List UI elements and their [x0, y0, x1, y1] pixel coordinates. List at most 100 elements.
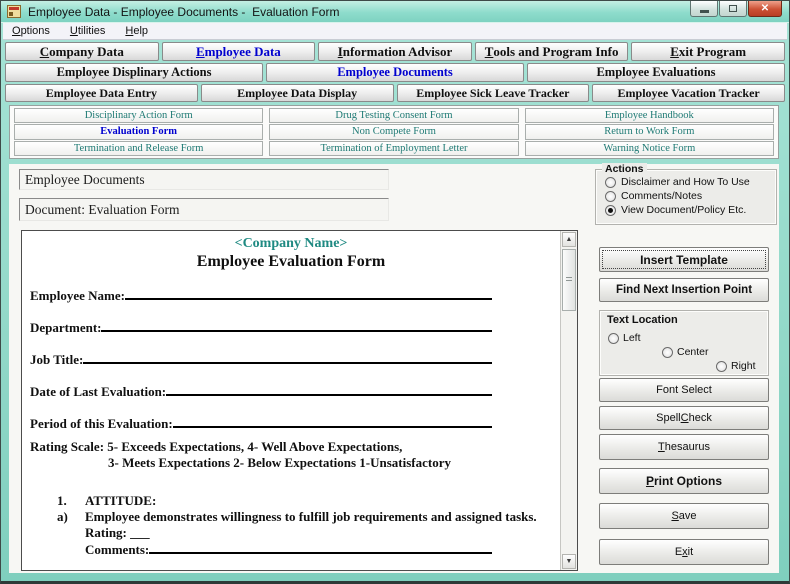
scrollbar-up-button[interactable]: ▲	[562, 232, 576, 247]
main-panel: Employee Documents Document: Evaluation …	[9, 164, 779, 573]
item-a-comments-row: Comments:	[85, 541, 492, 557]
tab-employee-data-display[interactable]: Employee Data Display	[201, 84, 394, 102]
vertical-scrollbar[interactable]: ▲ ▼	[560, 231, 577, 570]
tab-employee-data[interactable]: Employee Data	[162, 42, 316, 61]
nav-row-data-trackers: Employee Data Entry Employee Data Displa…	[5, 84, 785, 102]
fill-line	[173, 415, 492, 428]
radio-center-icon[interactable]	[662, 347, 673, 358]
exit-button[interactable]: Exit	[599, 539, 769, 565]
radio-view-document-label: View Document/Policy Etc.	[621, 204, 746, 216]
window-title: Employee Data - Employee Documents - Eva…	[28, 5, 339, 19]
section-number: 1.	[57, 493, 85, 509]
document-field-employee-name: Employee Name:	[30, 287, 492, 303]
comments-label: Comments:	[85, 542, 149, 558]
document-field-period-of-this-evaluation: Period of this Evaluation:	[30, 415, 492, 431]
doc-button-non-compete-form[interactable]: Non Compete Form	[269, 124, 518, 139]
close-button[interactable]: ✕	[748, 1, 782, 17]
actions-groupbox: Actions Disclaimer and How To Use Commen…	[595, 169, 777, 225]
app-window: Employee Data - Employee Documents - Eva…	[0, 0, 790, 584]
item-text: Employee demonstrates willingness to ful…	[85, 509, 537, 525]
section-heading-attitude: 1. ATTITUDE:	[57, 493, 552, 509]
field-label: Employee Name:	[30, 288, 125, 304]
tab-employee-documents[interactable]: Employee Documents	[266, 63, 524, 82]
text-location-left-option[interactable]: Left	[608, 332, 641, 344]
doc-button-disciplinary-action-form[interactable]: Disciplinary Action Form	[14, 108, 263, 123]
action-option-disclaimer[interactable]: Disclaimer and How To Use	[605, 176, 776, 188]
text-location-title: Text Location	[607, 314, 678, 326]
maximize-button[interactable]	[719, 1, 747, 17]
tab-employee-sick-leave-tracker[interactable]: Employee Sick Leave Tracker	[397, 84, 590, 102]
minimize-icon	[700, 10, 709, 13]
scroll-down-icon: ▼	[566, 558, 573, 565]
doc-button-return-to-work-form[interactable]: Return to Work Form	[525, 124, 774, 139]
fill-line	[101, 319, 492, 332]
fill-line	[149, 541, 492, 554]
section-label-field: Employee Documents	[19, 169, 389, 190]
tab-employee-data-entry[interactable]: Employee Data Entry	[5, 84, 198, 102]
document-field-date-of-last-evaluation: Date of Last Evaluation:	[30, 383, 492, 399]
document-label-field: Document: Evaluation Form	[19, 198, 389, 221]
minimize-button[interactable]	[690, 1, 718, 17]
doc-button-drug-testing-consent-form[interactable]: Drug Testing Consent Form	[269, 108, 518, 123]
doc-button-employee-handbook[interactable]: Employee Handbook	[525, 108, 774, 123]
scrollbar-down-button[interactable]: ▼	[562, 554, 576, 569]
scrollbar-grip-icon	[566, 277, 572, 283]
tab-information-advisor[interactable]: Information Advisor	[318, 42, 472, 61]
radio-left-icon[interactable]	[608, 333, 619, 344]
field-label: Job Title:	[30, 352, 83, 368]
section-title: ATTITUDE:	[85, 493, 156, 509]
action-option-view-document[interactable]: View Document/Policy Etc.	[605, 204, 776, 216]
menu-options[interactable]: Options	[12, 25, 50, 37]
scrollbar-thumb[interactable]	[562, 249, 576, 311]
app-icon	[7, 5, 21, 18]
scroll-up-icon: ▲	[566, 236, 573, 243]
tab-employee-vacation-tracker[interactable]: Employee Vacation Tracker	[592, 84, 785, 102]
tab-tools-and-program-info[interactable]: Tools and Program Info	[475, 42, 629, 61]
text-location-center-option[interactable]: Center	[662, 346, 709, 358]
field-label: Department:	[30, 320, 101, 336]
radio-right-icon[interactable]	[716, 361, 727, 372]
doc-button-termination-and-release-form[interactable]: Termination and Release Form	[14, 141, 263, 156]
tab-employee-evaluations[interactable]: Employee Evaluations	[527, 63, 785, 82]
close-icon: ✕	[761, 4, 769, 14]
tab-exit-program[interactable]: Exit Program	[631, 42, 785, 61]
rating-scale-line2: 3- Meets Expectations 2- Below Expectati…	[108, 455, 552, 471]
font-select-button[interactable]: Font Select	[599, 378, 769, 402]
radio-disclaimer-icon[interactable]	[605, 177, 616, 188]
document-field-department: Department:	[30, 319, 492, 335]
menu-utilities[interactable]: Utilities	[70, 25, 105, 37]
maximize-icon	[729, 5, 737, 12]
fill-line	[125, 287, 492, 300]
insert-template-button[interactable]: Insert Template	[599, 247, 769, 272]
window-controls: ✕	[690, 1, 782, 17]
document-form-buttons-panel: Disciplinary Action Form Drug Testing Co…	[9, 105, 779, 159]
thesaurus-button[interactable]: Thesaurus	[599, 434, 769, 460]
actions-group-title: Actions	[602, 163, 647, 176]
fill-line	[166, 383, 492, 396]
find-next-insertion-point-button[interactable]: Find Next Insertion Point	[599, 278, 769, 302]
action-option-comments-notes[interactable]: Comments/Notes	[605, 190, 776, 202]
radio-comments-notes-icon[interactable]	[605, 191, 616, 202]
radio-right-label: Right	[731, 360, 756, 372]
doc-button-warning-notice-form[interactable]: Warning Notice Form	[525, 141, 774, 156]
menu-help[interactable]: Help	[125, 25, 148, 37]
doc-button-evaluation-form[interactable]: Evaluation Form	[14, 124, 263, 139]
radio-center-label: Center	[677, 346, 709, 358]
item-mark: a)	[57, 509, 85, 525]
text-location-right-option[interactable]: Right	[716, 360, 756, 372]
radio-left-label: Left	[623, 332, 641, 344]
fill-line	[83, 351, 492, 364]
field-label: Date of Last Evaluation:	[30, 384, 166, 400]
doc-button-termination-of-employment-letter[interactable]: Termination of Employment Letter	[269, 141, 518, 156]
tab-employee-displinary-actions[interactable]: Employee Displinary Actions	[5, 63, 263, 82]
spell-check-button[interactable]: Spell Check	[599, 406, 769, 430]
nav-row-main: Company Data Employee Data Information A…	[5, 42, 785, 61]
titlebar: Employee Data - Employee Documents - Eva…	[1, 1, 789, 23]
save-button[interactable]: Save	[599, 503, 769, 529]
document-editor[interactable]: <Company Name> Employee Evaluation Form …	[21, 230, 578, 571]
tab-company-data[interactable]: Company Data	[5, 42, 159, 61]
document-company-name: <Company Name>	[30, 235, 552, 252]
print-options-button[interactable]: Print Options	[599, 468, 769, 494]
radio-view-document-icon[interactable]	[605, 205, 616, 216]
item-a-row: a) Employee demonstrates willingness to …	[57, 509, 552, 525]
